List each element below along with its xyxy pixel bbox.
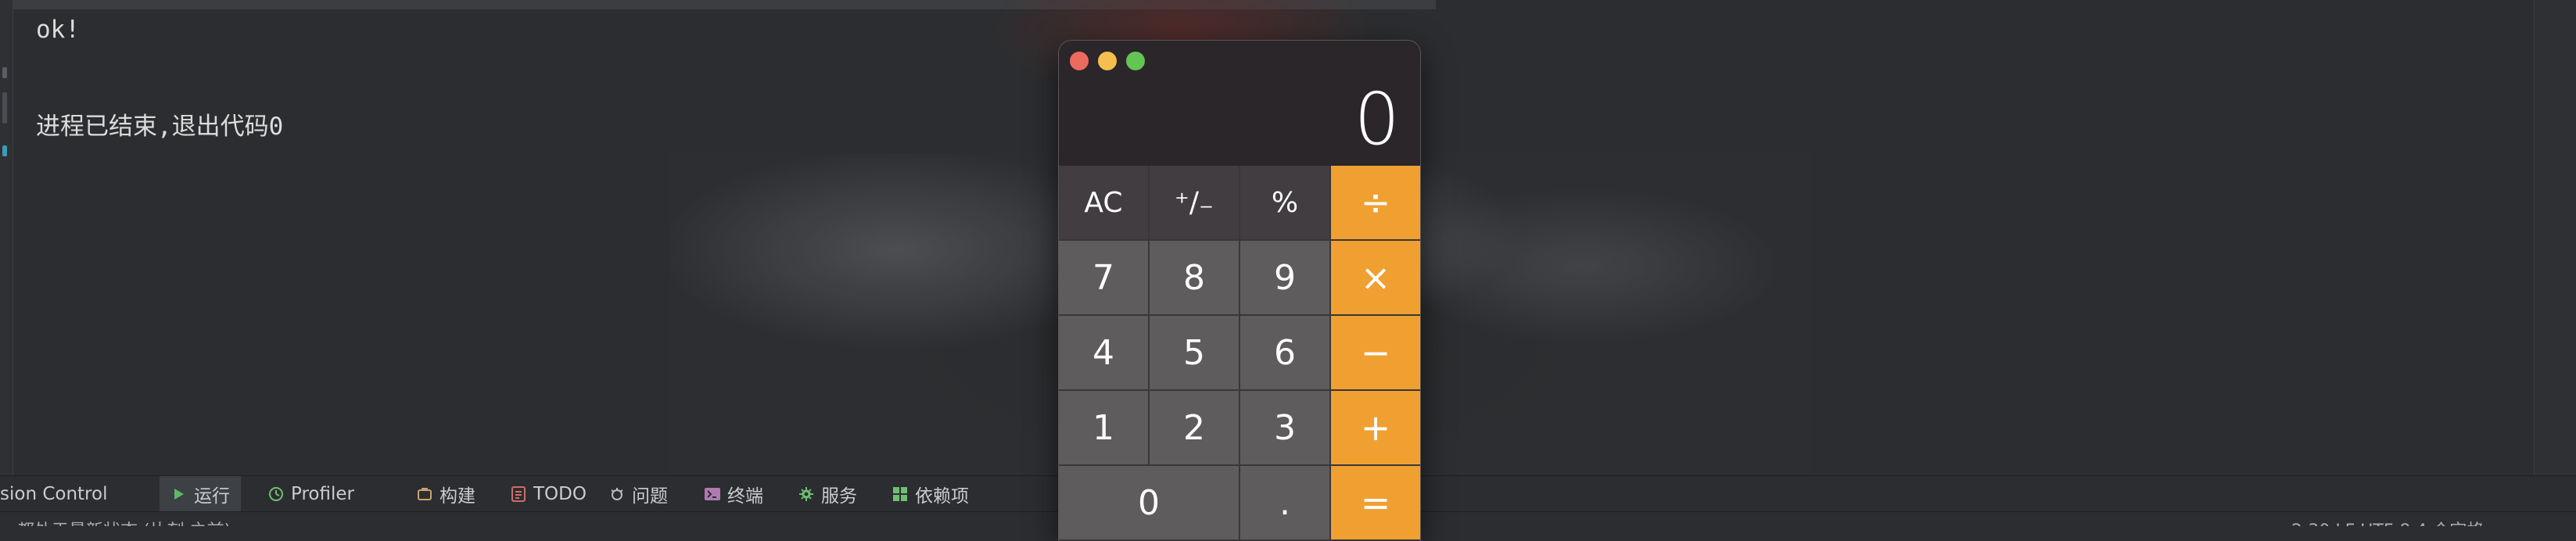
key-divide[interactable]: ÷ xyxy=(1331,166,1420,241)
problems-icon xyxy=(608,485,626,503)
key-percent[interactable]: % xyxy=(1240,166,1331,241)
console-line-ok: ok! xyxy=(36,16,80,44)
key-5[interactable]: 5 xyxy=(1150,316,1240,391)
build-icon xyxy=(416,485,433,503)
close-button[interactable] xyxy=(1070,52,1089,70)
tab-label: 构建 xyxy=(439,486,475,507)
key-equals[interactable]: = xyxy=(1331,466,1420,541)
key-add[interactable]: + xyxy=(1331,391,1420,466)
todo-icon xyxy=(510,485,527,503)
tab-profiler[interactable]: Profiler xyxy=(267,476,354,512)
tab-label: 依赖项 xyxy=(915,486,969,507)
key-2[interactable]: 2 xyxy=(1150,391,1240,466)
run-icon xyxy=(170,485,188,503)
tab-problems[interactable]: 问题 xyxy=(608,476,668,512)
key-decimal[interactable]: . xyxy=(1240,466,1331,541)
tab-label: sion Control xyxy=(0,484,108,504)
tab-label: 运行 xyxy=(194,486,230,507)
gutter-marker xyxy=(2,67,7,78)
status-message[interactable]: …都处于最新状态 (片刻 之前) xyxy=(0,517,231,526)
zoom-button[interactable] xyxy=(1126,52,1145,70)
tab-label: TODO xyxy=(533,484,587,504)
console-line-exit: 进程已结束,退出代码0 xyxy=(36,113,284,141)
key-subtract[interactable]: − xyxy=(1331,316,1420,391)
key-4[interactable]: 4 xyxy=(1059,316,1150,391)
minimize-button[interactable] xyxy=(1098,52,1117,70)
tab-label: 问题 xyxy=(632,486,668,507)
tab-label: Profiler xyxy=(291,484,354,504)
calculator-display: 0 xyxy=(1354,77,1400,161)
terminal-icon xyxy=(704,485,721,503)
left-tool-gutter xyxy=(0,0,13,475)
key-6[interactable]: 6 xyxy=(1240,316,1331,391)
key-multiply[interactable]: × xyxy=(1331,241,1420,316)
key-clear[interactable]: AC xyxy=(1059,166,1150,241)
gutter-marker xyxy=(2,92,7,124)
gutter-marker xyxy=(2,145,7,156)
key-3[interactable]: 3 xyxy=(1240,391,1331,466)
tab-label: 服务 xyxy=(821,486,857,507)
profiler-icon xyxy=(267,485,285,503)
tab-run[interactable]: 运行 xyxy=(160,476,241,512)
key-0[interactable]: 0 xyxy=(1059,466,1240,541)
tab-label: 终端 xyxy=(727,486,763,507)
tab-services[interactable]: 服务 xyxy=(798,476,857,512)
tab-version-control[interactable]: sion Control xyxy=(0,476,107,512)
tab-dependencies[interactable]: 依赖项 xyxy=(892,476,969,512)
key-8[interactable]: 8 xyxy=(1150,241,1240,316)
services-icon xyxy=(798,485,815,503)
status-indicators[interactable]: 2:30 LF UTF-8 4 个空格 xyxy=(2291,517,2484,526)
tab-terminal[interactable]: 终端 xyxy=(704,476,763,512)
calculator-window: 0 AC ⁺∕₋ % ÷ 7 8 9 × 4 5 6 − 1 2 3 + 0 .… xyxy=(1059,41,1420,541)
key-9[interactable]: 9 xyxy=(1240,241,1331,316)
dependencies-icon xyxy=(892,485,909,503)
right-tool-gutter xyxy=(2534,0,2576,475)
key-plus-minus[interactable]: ⁺∕₋ xyxy=(1150,166,1240,241)
tab-todo[interactable]: TODO xyxy=(510,476,587,512)
key-7[interactable]: 7 xyxy=(1059,241,1150,316)
key-1[interactable]: 1 xyxy=(1059,391,1150,466)
tab-build[interactable]: 构建 xyxy=(416,476,475,512)
